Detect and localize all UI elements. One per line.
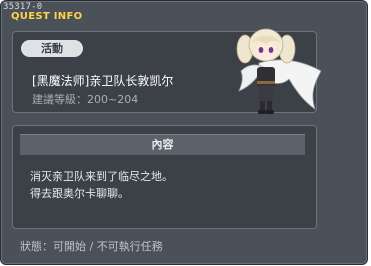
content-header: 內容	[20, 134, 305, 155]
npc-character-icon	[236, 28, 322, 114]
description-line: 得去跟奥尔卡聊聊。	[30, 187, 129, 200]
quest-name: [黑魔法师]亲卫队长敦凯尔	[32, 74, 174, 88]
quest-content-panel: 內容 消灭亲卫队来到了临尽之地。 得去跟奥尔卡聊聊。	[12, 125, 317, 229]
quest-status: 狀態：可開始 / 不可執行任務	[20, 240, 163, 253]
recommended-level: 建議等級：200~204	[32, 93, 139, 106]
window-title: QUEST INFO	[11, 11, 83, 22]
category-badge: 活動	[21, 40, 83, 57]
description-line: 消灭亲卫队来到了临尽之地。	[30, 170, 173, 183]
quest-info-window: 35317-0 QUEST INFO 活動 [黑魔法师]亲卫队长敦凯尔 建議等級…	[0, 0, 368, 265]
quest-description: 消灭亲卫队来到了临尽之地。 得去跟奥尔卡聊聊。	[30, 168, 173, 202]
